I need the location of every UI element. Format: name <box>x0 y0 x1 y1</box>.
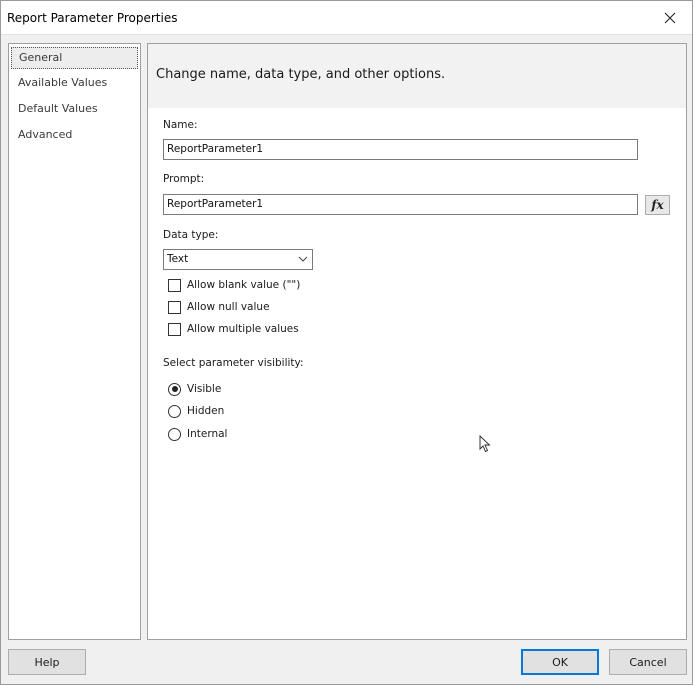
visibility-internal-radio[interactable]: Internal <box>168 426 227 442</box>
prompt-expression-button[interactable]: fx <box>645 195 670 215</box>
checkbox-label: Allow null value <box>187 301 270 313</box>
radio-label: Hidden <box>187 405 225 417</box>
name-input[interactable]: ReportParameter1 <box>163 139 638 160</box>
ok-button-label: OK <box>552 655 568 669</box>
page-header-text: Change name, data type, and other option… <box>156 67 446 82</box>
prompt-input-value: ReportParameter1 <box>167 198 264 210</box>
help-button-label: Help <box>34 655 60 669</box>
nav-item-default-values[interactable]: Default Values <box>11 99 138 121</box>
radio-dot <box>168 404 181 418</box>
radio-dot <box>168 382 181 396</box>
data-type-label: Data type: <box>163 229 219 241</box>
nav-item-label: Default Values <box>18 102 98 115</box>
general-page: Change name, data type, and other option… <box>147 43 687 640</box>
checkbox-box <box>168 300 181 314</box>
report-parameter-dialog: Report Parameter Properties General Avai… <box>0 0 693 685</box>
name-input-value: ReportParameter1 <box>167 143 264 155</box>
checkbox-label: Allow blank value ("") <box>187 279 301 291</box>
title-bar: Report Parameter Properties <box>1 1 692 35</box>
checkbox-box <box>168 322 181 336</box>
nav-item-advanced[interactable]: Advanced <box>11 125 138 147</box>
allow-blank-checkbox[interactable]: Allow blank value ("") <box>168 277 300 293</box>
data-type-value: Text <box>167 253 189 265</box>
allow-null-checkbox[interactable]: Allow null value <box>168 299 270 315</box>
visibility-visible-radio[interactable]: Visible <box>168 381 221 397</box>
page-header: Change name, data type, and other option… <box>148 44 686 108</box>
data-type-select[interactable]: Text <box>163 249 313 270</box>
radio-dot <box>168 427 181 441</box>
nav-item-available-values[interactable]: Available Values <box>11 73 138 95</box>
cancel-button[interactable]: Cancel <box>609 649 687 675</box>
prompt-input[interactable]: ReportParameter1 <box>163 194 638 215</box>
chevron-down-icon <box>298 256 308 262</box>
radio-label: Internal <box>187 428 228 440</box>
ok-button[interactable]: OK <box>521 649 599 675</box>
name-label: Name: <box>163 119 198 131</box>
checkbox-box <box>168 278 181 292</box>
checkbox-label: Allow multiple values <box>187 323 299 335</box>
page-nav: General Available Values Default Values … <box>8 43 141 640</box>
prompt-label: Prompt: <box>163 173 205 185</box>
radio-label: Visible <box>187 383 222 395</box>
close-button[interactable] <box>652 4 688 32</box>
help-button[interactable]: Help <box>8 649 86 675</box>
nav-item-general[interactable]: General <box>11 47 138 69</box>
mouse-cursor-icon <box>479 435 491 453</box>
close-icon <box>664 12 676 24</box>
cancel-button-label: Cancel <box>629 655 667 669</box>
visibility-hidden-radio[interactable]: Hidden <box>168 403 224 419</box>
window-title: Report Parameter Properties <box>7 11 178 25</box>
allow-multiple-checkbox[interactable]: Allow multiple values <box>168 321 299 337</box>
nav-item-label: Available Values <box>18 76 108 89</box>
nav-item-label: General <box>19 51 63 64</box>
fx-icon: fx <box>651 198 664 212</box>
visibility-label: Select parameter visibility: <box>163 357 304 369</box>
nav-item-label: Advanced <box>18 128 73 141</box>
